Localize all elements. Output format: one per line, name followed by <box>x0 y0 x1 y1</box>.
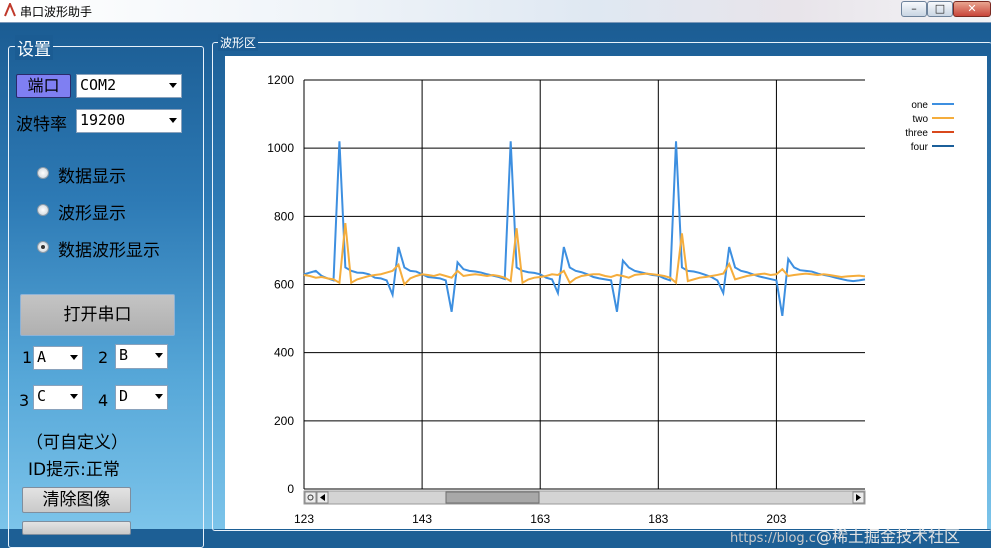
legend-label-one: one <box>911 100 928 111</box>
channel-2-value: B <box>119 346 129 364</box>
zoom-reset-button[interactable] <box>304 491 317 504</box>
chevron-down-icon <box>155 394 163 399</box>
y-tick-label: 1000 <box>267 141 294 155</box>
channel-2-label: 2 <box>98 348 109 367</box>
radio-data-display[interactable] <box>37 167 49 179</box>
maximize-button[interactable]: □ <box>927 1 953 17</box>
channel-1-select[interactable]: A <box>33 346 83 370</box>
channel-3-value: C <box>37 387 47 405</box>
chevron-down-icon <box>70 394 78 399</box>
series-line-two <box>303 223 866 287</box>
y-tick-label: 0 <box>287 482 294 496</box>
channel-4-value: D <box>119 387 129 405</box>
channel-4-select[interactable]: D <box>115 385 168 410</box>
main-client-area: 设置 端口 COM2 波特率 19200 数据显示 波形显示 数据波形显示 打开… <box>0 23 991 548</box>
baud-select-value: 19200 <box>80 111 126 129</box>
y-tick-label: 200 <box>274 414 294 428</box>
port-select-value: COM2 <box>80 76 117 94</box>
close-button[interactable]: ✕ <box>953 1 991 17</box>
settings-group-label: 设置 <box>15 35 53 60</box>
legend-label-four: four <box>911 142 929 153</box>
chart-scrollbar[interactable] <box>303 490 866 505</box>
watermark: https://blog.c@稀土掘金技术社区 <box>730 523 960 547</box>
legend-label-three: three <box>905 128 928 139</box>
radio-waveform-display[interactable] <box>37 204 49 216</box>
channel-1-value: A <box>37 348 47 366</box>
channel-1-label: 1 <box>22 348 33 367</box>
close-icon: ✕ <box>967 2 977 15</box>
baud-label: 波特率 <box>16 115 67 135</box>
chevron-down-icon <box>155 353 163 358</box>
y-tick-label: 600 <box>274 278 294 292</box>
legend-label-two: two <box>912 114 928 125</box>
x-tick-label: 163 <box>530 512 550 526</box>
mode-data-display-label[interactable]: 数据显示 <box>58 162 126 187</box>
open-port-button[interactable]: 打开串口 <box>20 294 175 336</box>
chevron-down-icon <box>70 355 78 360</box>
channel-3-label: 3 <box>19 391 30 410</box>
y-tick-label: 800 <box>274 209 294 223</box>
radio-data-waveform-display[interactable] <box>37 241 49 253</box>
title-bar: 串口波形助手 – □ ✕ <box>0 0 991 23</box>
port-select[interactable]: COM2 <box>76 74 182 98</box>
channel-4-label: 4 <box>98 391 109 410</box>
channel-3-select[interactable]: C <box>33 385 83 410</box>
watermark-url: https://blog.c <box>730 531 816 546</box>
clear-image-button[interactable]: 清除图像 <box>22 487 131 513</box>
app-icon <box>4 3 16 17</box>
chevron-down-icon <box>169 118 177 123</box>
y-tick-label: 1200 <box>267 73 294 87</box>
series-line-one <box>303 141 866 317</box>
mode-data-waveform-display-label[interactable]: 数据波形显示 <box>58 236 160 261</box>
chevron-down-icon <box>169 83 177 88</box>
x-tick-label: 183 <box>648 512 668 526</box>
x-tick-label: 123 <box>294 512 314 526</box>
maximize-icon: □ <box>934 2 946 15</box>
minimize-icon: – <box>911 2 917 15</box>
window-title: 串口波形助手 <box>20 5 93 19</box>
minimize-button[interactable]: – <box>901 1 927 17</box>
port-label: 端口 <box>16 74 71 98</box>
partial-button[interactable] <box>22 521 131 535</box>
waveform-chart: 0 200 400 600 800 1000 1200 123 143 163 183 203 one t… <box>225 56 987 529</box>
watermark-brand: @稀土掘金技术社区 <box>815 527 960 546</box>
custom-note: （可自定义） <box>26 433 128 453</box>
waveform-chart-svg: 020040060080010001200123 143 163 183 203onet… <box>267 73 954 526</box>
mode-waveform-display-label[interactable]: 波形显示 <box>58 199 126 224</box>
x-tick-label: 143 <box>412 512 432 526</box>
channel-2-select[interactable]: B <box>115 344 168 369</box>
y-tick-label: 400 <box>274 346 294 360</box>
scroll-thumb[interactable] <box>445 491 540 504</box>
baud-select[interactable]: 19200 <box>76 109 182 133</box>
id-status: ID提示:正常 <box>28 460 120 480</box>
waveform-group-label: 波形区 <box>218 34 259 51</box>
